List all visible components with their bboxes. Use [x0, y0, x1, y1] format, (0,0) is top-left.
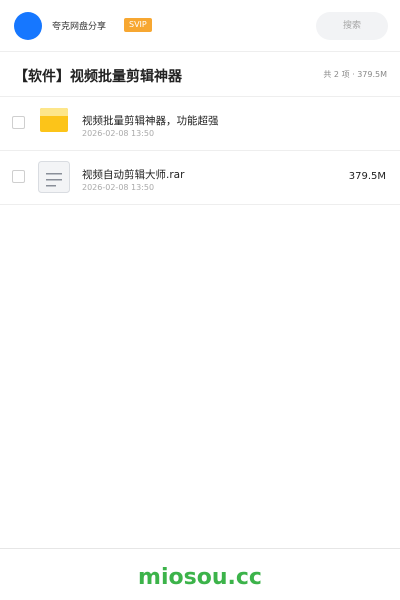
page: 夸克网盘分享 SVIP 【软件】视频批量剪辑神器 共 2 项 · 379.5M …: [0, 0, 400, 600]
file-size: 379.5M: [348, 171, 386, 182]
folder-icon: [40, 108, 68, 132]
file-date: 2026-02-08 13:50: [82, 129, 155, 138]
file-summary: 共 2 项 · 379.5M: [323, 70, 387, 79]
search-input[interactable]: [316, 12, 388, 40]
header: 夸克网盘分享 SVIP: [0, 0, 400, 52]
file-row[interactable]: 视频自动剪辑大师.rar 2026-02-08 13:50 379.5M: [0, 151, 400, 205]
title-row: 【软件】视频批量剪辑神器 共 2 项 · 379.5M: [0, 52, 400, 97]
footer-brand-link[interactable]: miosou.cc: [0, 565, 400, 590]
footer: miosou.cc: [0, 548, 400, 600]
archive-file-icon: [38, 161, 70, 193]
svip-badge: SVIP: [124, 18, 152, 32]
page-title: 【软件】视频批量剪辑神器: [14, 69, 182, 85]
row-checkbox[interactable]: [12, 116, 25, 129]
file-row[interactable]: 视频批量剪辑神器，功能超强 2026-02-08 13:50: [0, 97, 400, 151]
file-date: 2026-02-08 13:50: [82, 183, 155, 192]
avatar[interactable]: [14, 12, 42, 40]
row-checkbox[interactable]: [12, 170, 25, 183]
file-name[interactable]: 视频自动剪辑大师.rar: [82, 167, 184, 182]
file-name[interactable]: 视频批量剪辑神器，功能超强: [82, 113, 219, 128]
user-name[interactable]: 夸克网盘分享: [52, 19, 106, 32]
